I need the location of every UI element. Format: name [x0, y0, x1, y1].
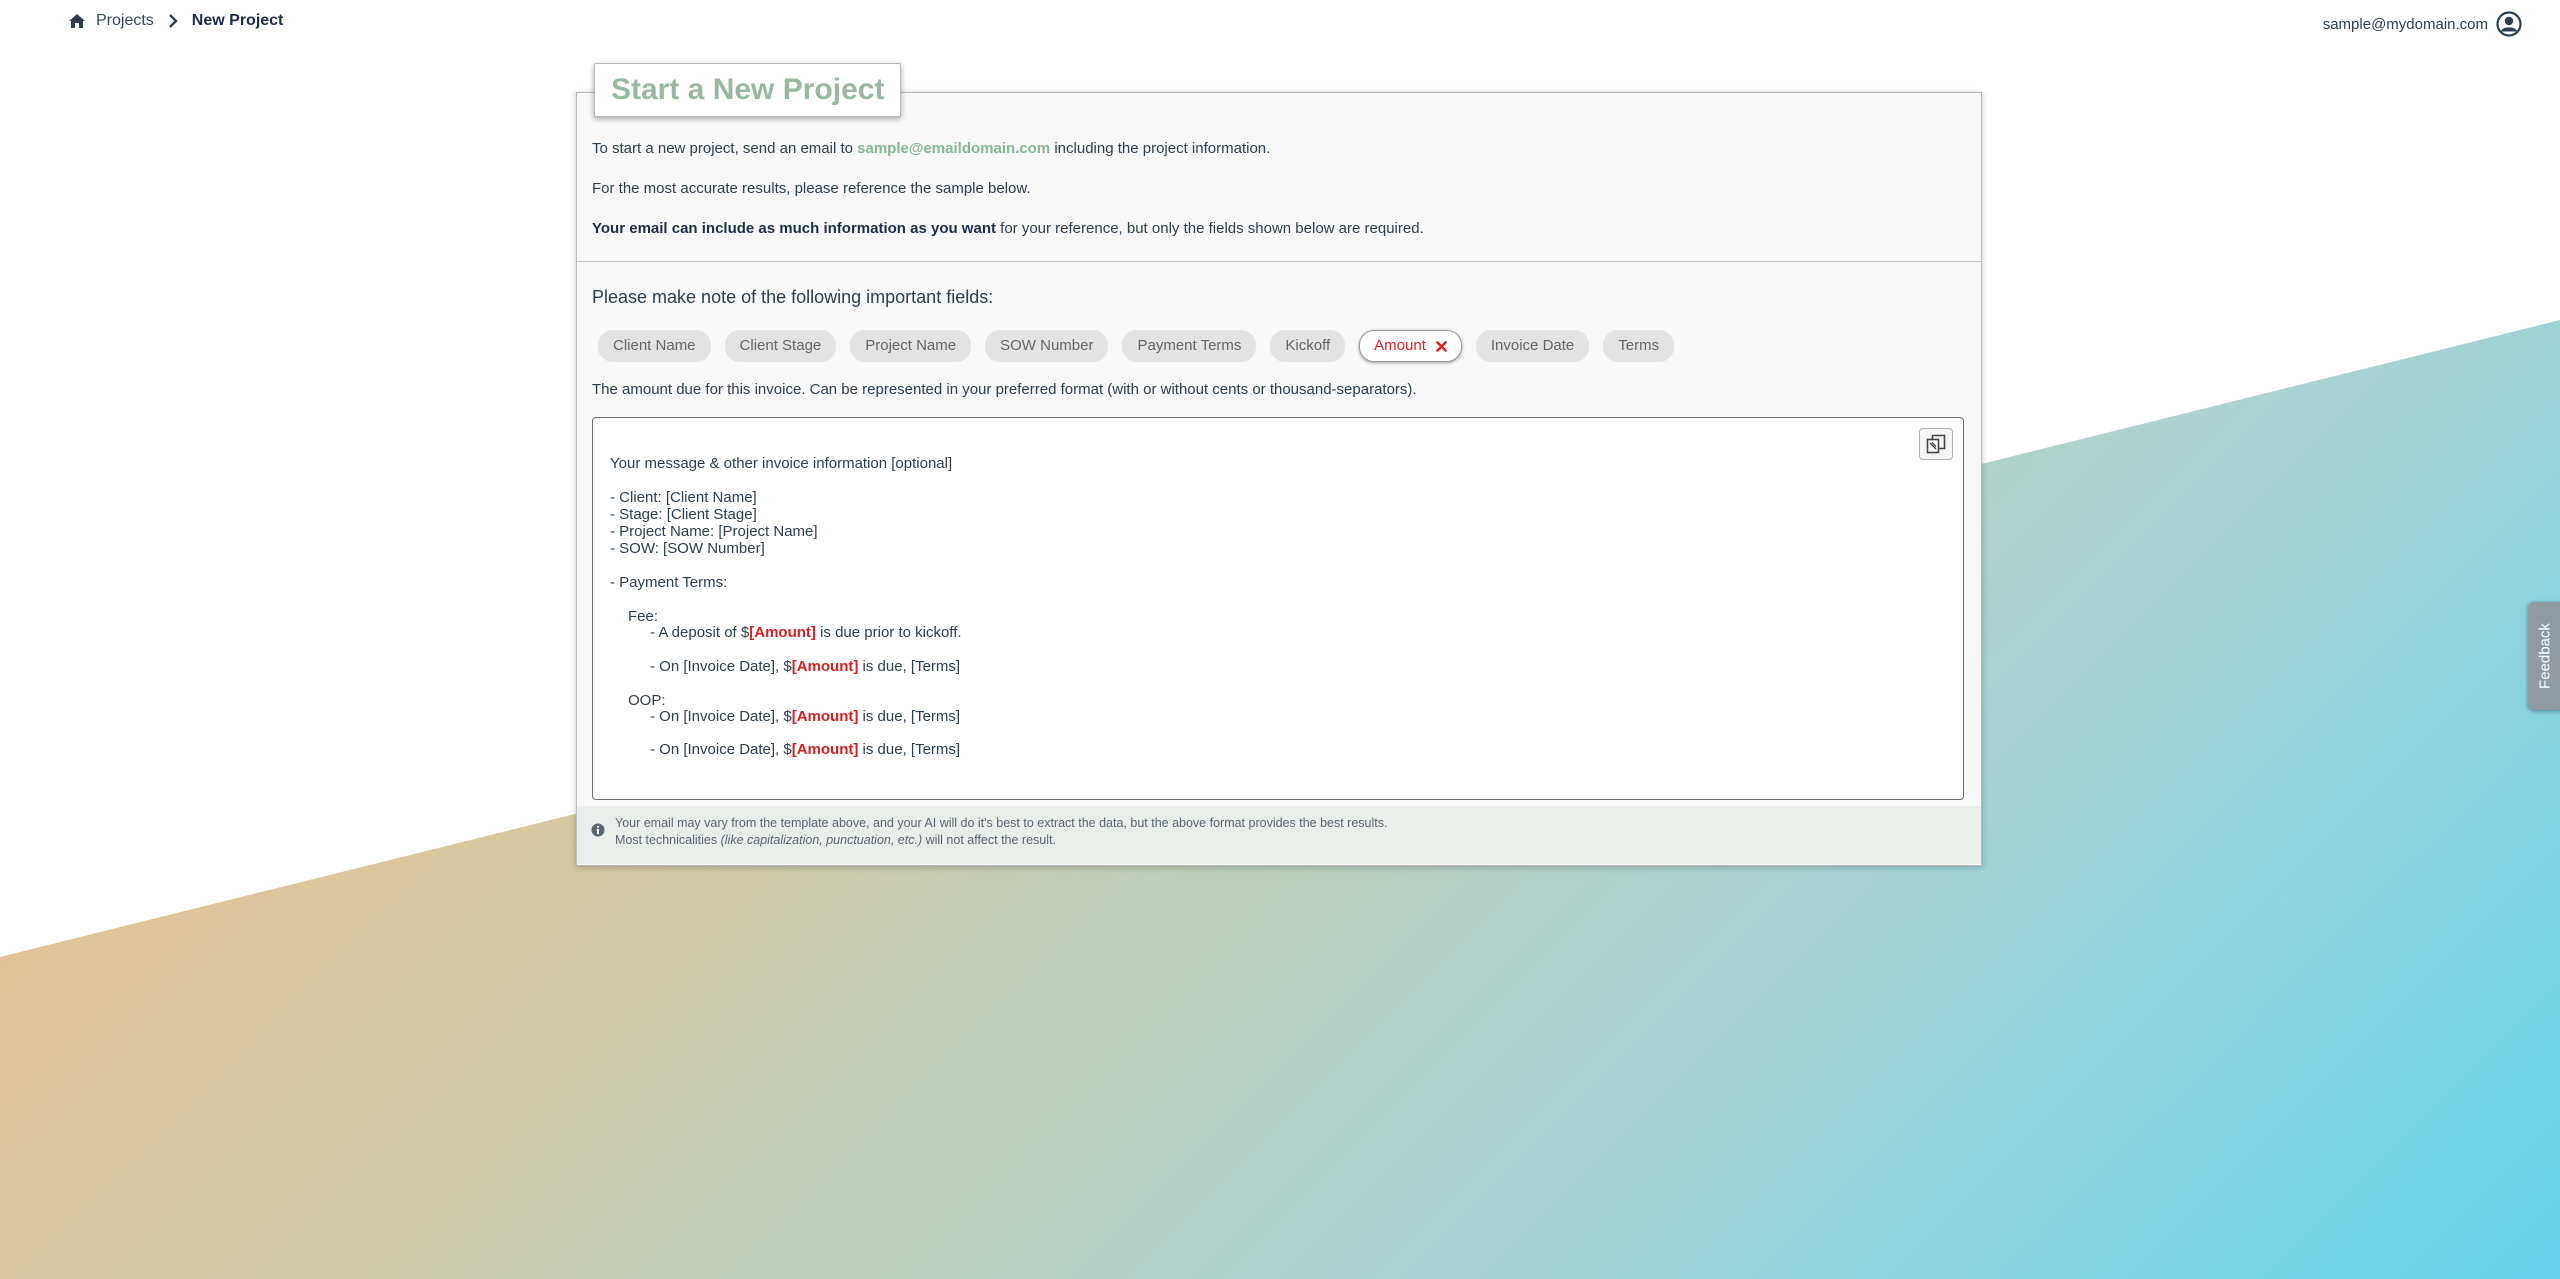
chevron-right-icon: [168, 14, 178, 28]
top-bar: Projects New Project sample@mydomain.com: [0, 0, 2560, 46]
chip-label: Client Stage: [739, 337, 822, 354]
chip-client-stage[interactable]: Client Stage: [724, 330, 837, 362]
chip-label: Amount: [1374, 337, 1426, 354]
footnote-line-2-suffix: will not affect the result.: [922, 833, 1056, 847]
breadcrumb: Projects New Project: [68, 12, 283, 30]
close-icon[interactable]: [1436, 340, 1447, 352]
home-icon[interactable]: [68, 12, 86, 30]
section-divider: [577, 261, 1981, 262]
template-oop-invoice-line-2: - On [Invoice Date], $[Amount] is due, […: [650, 741, 960, 759]
deposit-suffix: is due prior to kickoff.: [815, 624, 962, 641]
info-icon: [591, 823, 605, 837]
template-sow: - SOW: [SOW Number]: [610, 540, 765, 557]
invoice-suffix: is due, [Terms]: [858, 708, 961, 725]
intro-line-3-rest: for your reference, but only the fields …: [995, 220, 1424, 237]
chip-sow-number[interactable]: SOW Number: [985, 330, 1109, 362]
intro-line-1-suffix: including the project information.: [1050, 140, 1271, 157]
footnote-text: Your email may vary from the template ab…: [615, 815, 1387, 849]
template-client: - Client: [Client Name]: [610, 489, 757, 506]
chip-label: Project Name: [865, 337, 957, 354]
invoice-suffix: is due, [Terms]: [858, 658, 961, 675]
chip-kickoff[interactable]: Kickoff: [1270, 330, 1346, 362]
feedback-tab[interactable]: Feedback: [2528, 602, 2560, 710]
chip-amount-selected[interactable]: Amount: [1359, 330, 1462, 362]
email-template-box[interactable]: Your message & other invoice information…: [592, 417, 1964, 800]
card-title: Start a New Project: [594, 63, 902, 117]
footnote-line-1: Your email may vary from the template ab…: [615, 816, 1388, 830]
user-email[interactable]: sample@mydomain.com: [2323, 16, 2488, 33]
copy-icon: [1926, 434, 1946, 454]
footnote-line-2: Most technicalities (like capitalization…: [615, 832, 1387, 849]
footnote-line-2-prefix: Most technicalities: [615, 833, 721, 847]
chip-label: SOW Number: [1000, 337, 1094, 354]
chip-project-name[interactable]: Project Name: [850, 330, 972, 362]
template-payment-terms: - Payment Terms:: [610, 574, 728, 591]
field-chips: Client Name Client Stage Project Name SO…: [598, 330, 1675, 362]
intro-line-3: Your email can include as much informati…: [592, 220, 1952, 238]
chip-terms[interactable]: Terms: [1603, 330, 1675, 362]
fields-heading: Please make note of the following import…: [592, 287, 994, 307]
chip-client-name[interactable]: Client Name: [598, 330, 711, 362]
intro-line-3-strong: Your email can include as much informati…: [592, 220, 996, 237]
amount-token: [Amount]: [791, 741, 859, 758]
amount-token: [Amount]: [791, 708, 859, 725]
intro-line-2: For the most accurate results, please re…: [592, 180, 1031, 197]
user-circle-icon[interactable]: [2496, 11, 2522, 37]
intro-line-1: To start a new project, send an email to…: [592, 140, 1952, 158]
chip-label: Client Name: [613, 337, 696, 354]
feedback-label: Feedback: [2536, 623, 2554, 689]
invoice-suffix: is due, [Terms]: [858, 741, 961, 758]
amount-token: [Amount]: [749, 624, 816, 641]
template-message: Your message & other invoice information…: [610, 455, 953, 472]
invoice-prefix: - On [Invoice Date], $: [650, 708, 792, 725]
user-menu[interactable]: sample@mydomain.com: [2323, 11, 2522, 37]
field-description: The amount due for this invoice. Can be …: [592, 381, 1417, 398]
intro-line-1-prefix: To start a new project, send an email to: [592, 140, 858, 157]
template-stage: - Stage: [Client Stage]: [610, 506, 757, 523]
chip-invoice-date[interactable]: Invoice Date: [1475, 330, 1590, 362]
breadcrumb-current: New Project: [191, 12, 284, 29]
contact-email-link[interactable]: sample@emaildomain.com: [857, 140, 1050, 157]
footnote-line-2-italic: (like capitalization, punctuation, etc.): [720, 833, 923, 847]
template-oop-invoice-line-1: - On [Invoice Date], $[Amount] is due, […: [650, 708, 960, 726]
copy-button[interactable]: [1919, 428, 1953, 460]
chip-label: Invoice Date: [1490, 337, 1575, 354]
deposit-prefix: - A deposit of $: [650, 624, 750, 641]
chip-label: Kickoff: [1285, 337, 1331, 354]
invoice-prefix: - On [Invoice Date], $: [650, 741, 792, 758]
template-fee-invoice-line: - On [Invoice Date], $[Amount] is due, […: [650, 658, 960, 676]
invoice-prefix: - On [Invoice Date], $: [650, 658, 792, 675]
info-footnote: Your email may vary from the template ab…: [577, 806, 1981, 864]
chip-label: Terms: [1618, 337, 1660, 354]
breadcrumb-projects-link[interactable]: Projects: [96, 12, 154, 30]
chip-label: Payment Terms: [1137, 337, 1242, 354]
amount-token: [Amount]: [791, 658, 859, 675]
template-project: - Project Name: [Project Name]: [610, 523, 818, 540]
intro-text: To start a new project, send an email to…: [592, 140, 1952, 260]
template-deposit-line: - A deposit of $[Amount] is due prior to…: [650, 624, 962, 642]
chip-payment-terms[interactable]: Payment Terms: [1122, 330, 1257, 362]
